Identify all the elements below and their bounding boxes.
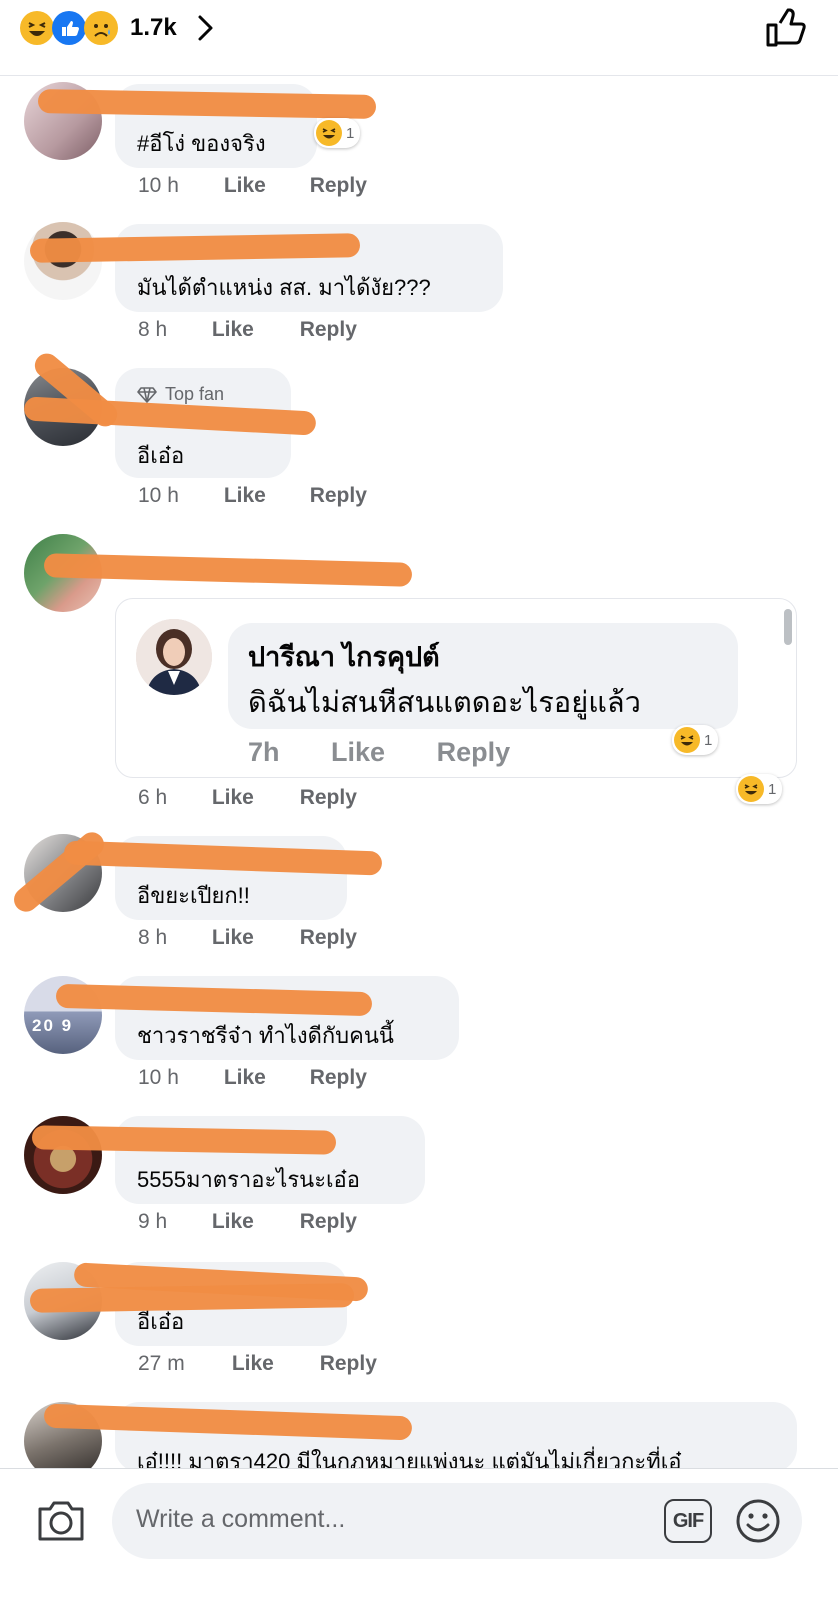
comment-meta: 9 h Like Reply — [138, 1210, 357, 1234]
timestamp: 27 m — [138, 1352, 185, 1375]
reaction-badge[interactable]: 1 — [314, 118, 361, 148]
haha-reaction-icon — [20, 11, 54, 45]
top-fan-badge: Top fan — [137, 384, 224, 405]
timestamp: 10 h — [138, 1066, 179, 1089]
comment-text: อีขยะเปียก!! — [137, 883, 250, 908]
like-link[interactable]: Like — [232, 1352, 314, 1376]
timestamp: 8 h — [138, 318, 168, 341]
comment-bubble: ปารีณา ไกรคุปต์ ดิฉันไม่สนหีสนแตดอะไรอยู… — [228, 623, 738, 729]
commenter-name: ปารีณา ไกรคุปต์ — [248, 642, 440, 672]
smiley-icon[interactable] — [734, 1497, 782, 1545]
reaction-summary[interactable]: 1.7k — [20, 8, 217, 48]
thumbs-up-icon[interactable] — [764, 6, 808, 50]
reply-link[interactable]: Reply — [300, 1210, 357, 1234]
scrollbar — [784, 609, 792, 645]
comment-meta: 6 h Like Reply — [138, 786, 357, 810]
timestamp: 9 h — [138, 1210, 168, 1233]
reply-link[interactable]: Reply — [300, 926, 357, 950]
timestamp: 10 h — [138, 484, 179, 507]
comment-meta: 10 h Like Reply — [138, 174, 367, 198]
comment-text: มันได้ตำแหน่ง สส. มาได้งัย??? — [137, 275, 431, 300]
timestamp: 8 h — [138, 926, 168, 949]
camera-icon[interactable] — [36, 1497, 86, 1543]
comment-text: ดิฉันไม่สนหีสนแตดอะไรอยู่แล้ว — [248, 687, 641, 719]
reaction-count: 1.7k — [130, 14, 177, 41]
like-link[interactable]: Like — [212, 926, 294, 950]
haha-reaction-icon — [316, 120, 342, 146]
like-link[interactable]: Like — [224, 174, 304, 198]
chevron-right-icon[interactable] — [195, 13, 217, 43]
comment-text: ชาวราชรีจ๋า ทำไงดีกับคนนี้ — [137, 1023, 394, 1048]
comment-text: #อีโง่ ของจริง — [137, 131, 266, 156]
like-link[interactable]: Like — [224, 1066, 304, 1090]
haha-reaction-icon — [674, 727, 700, 753]
like-link[interactable]: Like — [224, 484, 304, 508]
reply-link[interactable]: Reply — [320, 1352, 377, 1376]
embedded-reply-image[interactable]: ปารีณา ไกรคุปต์ ดิฉันไม่สนหีสนแตดอะไรอยู… — [115, 598, 797, 778]
reaction-badge: 1 — [672, 725, 719, 755]
comment-composer: Write a comment... GIF — [0, 1468, 838, 1600]
avatar — [136, 619, 212, 695]
reply-link[interactable]: Reply — [310, 1066, 367, 1090]
sad-reaction-icon — [84, 11, 118, 45]
reply-link: Reply — [436, 737, 511, 767]
timestamp: 6 h — [138, 786, 168, 809]
comment-meta: 10 h Like Reply — [138, 484, 367, 508]
reaction-badge[interactable]: 1 — [736, 774, 783, 804]
comment-text: 5555มาตราอะไรนะเอ๋อ — [137, 1167, 360, 1192]
like-link[interactable]: Like — [212, 1210, 294, 1234]
like-reaction-icon — [52, 11, 86, 45]
timestamp: 7h — [248, 737, 280, 767]
like-link[interactable]: Like — [212, 786, 294, 810]
reply-link[interactable]: Reply — [300, 786, 357, 810]
comment-placeholder: Write a comment... — [136, 1505, 346, 1533]
comment-meta: 8 h Like Reply — [138, 926, 357, 950]
comment-input[interactable]: Write a comment... GIF — [112, 1483, 802, 1559]
diamond-icon — [137, 386, 157, 403]
like-link: Like — [331, 737, 386, 767]
reply-link[interactable]: Reply — [300, 318, 357, 342]
reactions-header: 1.7k — [0, 0, 838, 76]
comment-meta: 7h Like Reply — [248, 737, 554, 768]
haha-reaction-icon — [738, 776, 764, 802]
gif-icon[interactable]: GIF — [664, 1499, 712, 1543]
avatar-caption: 20 9 — [32, 1016, 74, 1035]
reply-link[interactable]: Reply — [310, 484, 367, 508]
reply-link[interactable]: Reply — [310, 174, 367, 198]
comment-text: อีเอ๋อ — [137, 443, 185, 468]
comment-meta: 27 m Like Reply — [138, 1352, 377, 1376]
comment-meta: 8 h Like Reply — [138, 318, 357, 342]
like-link[interactable]: Like — [212, 318, 294, 342]
timestamp: 10 h — [138, 174, 179, 197]
comment-meta: 10 h Like Reply — [138, 1066, 367, 1090]
